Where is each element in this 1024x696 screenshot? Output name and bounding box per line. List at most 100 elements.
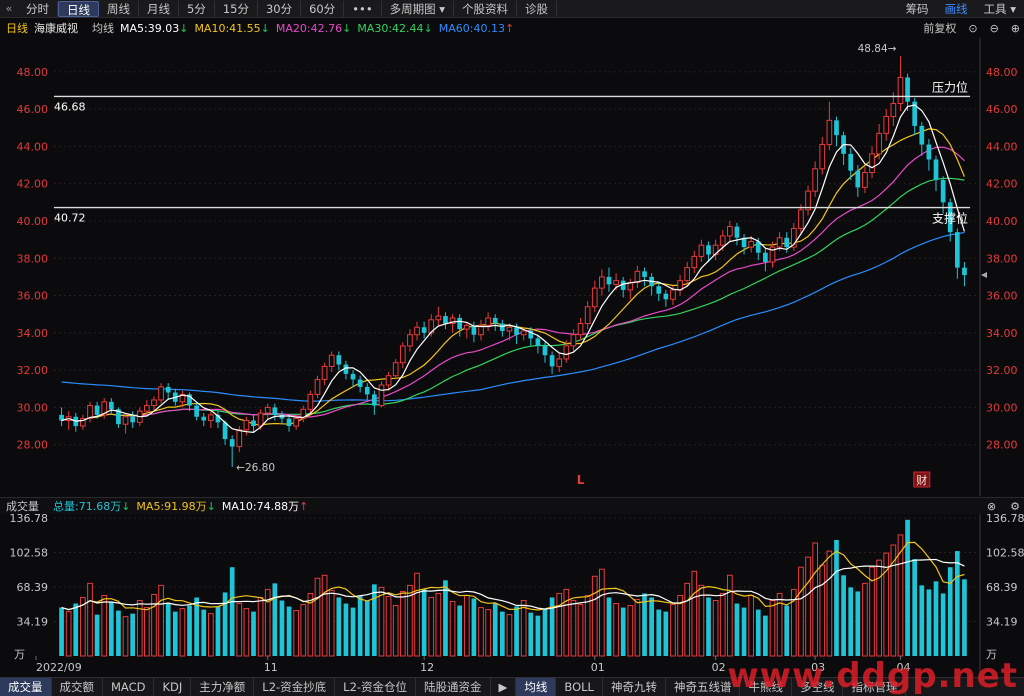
toolbar-right-item-1[interactable]: 画线 [937, 1, 976, 17]
indicator-tab-11[interactable]: 神奇九转 [603, 678, 666, 696]
candle-body [520, 330, 527, 336]
volume-bar [855, 591, 861, 656]
candle-body [385, 375, 392, 386]
indicator-tab-5[interactable]: L2-资金抄底 [254, 678, 336, 696]
candle-body [663, 293, 669, 300]
candle-body [236, 429, 243, 448]
candle-body [492, 317, 498, 324]
resistance-price: 46.68 [54, 100, 86, 113]
indicator-tab-6[interactable]: L2-资金仓位 [335, 678, 417, 696]
volume-bar [399, 590, 406, 657]
volume-bar [627, 605, 634, 657]
volume-bar [684, 582, 691, 657]
candle-body [194, 405, 199, 417]
volume-bar [243, 608, 250, 657]
volume-bar [634, 599, 641, 657]
ma20-line [61, 146, 965, 422]
volume-bar [201, 609, 207, 656]
candle-body [364, 386, 370, 395]
indicator-tab-4[interactable]: 主力净额 [191, 678, 255, 696]
volume-chart[interactable]: 136.78 136.78 102.58 102.58 68.39 68.39 34.19 3… [0, 514, 1024, 676]
candle-body [933, 159, 939, 180]
volume-bar [584, 594, 591, 657]
volume-bar [279, 600, 285, 656]
volume-bar [706, 597, 711, 656]
volume-title: 成交量 [6, 500, 39, 513]
indicator-tab-9[interactable]: 均线 [516, 678, 557, 696]
volume-bar [80, 596, 86, 657]
period-label: 日线 [6, 22, 28, 35]
indicator-tab-14[interactable]: 多空线 [792, 678, 844, 696]
volume-bar [314, 577, 321, 657]
gear-icon[interactable]: ⚙ [1010, 500, 1020, 513]
minus-icon[interactable]: ⊖ [990, 22, 999, 35]
period-tab-9[interactable]: 多周期图 ▾ [382, 0, 455, 17]
period-tab-2[interactable]: 周线 [99, 0, 139, 17]
y-tick-left: 36.00 [17, 290, 49, 303]
period-tab-6[interactable]: 30分 [258, 0, 302, 17]
stock-name[interactable]: 海康威视 [34, 20, 78, 36]
candlestick-chart[interactable]: 48.00 48.00 46.00 46.00 44.00 44.00 42.00 42.00… [0, 38, 1024, 497]
volume-bar [599, 568, 605, 657]
double-chevron-left-icon[interactable]: « [0, 2, 18, 15]
indicator-tab-15[interactable]: 指标管理 [843, 678, 907, 696]
vol-tick-right: 102.58 [986, 547, 1024, 560]
current-price-pointer [981, 272, 987, 279]
period-tab-7[interactable]: 60分 [301, 0, 345, 17]
volume-bar [826, 550, 833, 657]
indicator-tab-13[interactable]: 牛熊线 [740, 678, 792, 696]
period-tab-3[interactable]: 月线 [139, 0, 179, 17]
indicator-tab-2[interactable]: MACD [103, 678, 155, 696]
plus-icon[interactable]: ⊕ [1011, 22, 1020, 35]
volume-bar [719, 592, 726, 657]
volume-bar [563, 588, 570, 657]
candle-body [556, 358, 563, 367]
x-label: 03 [811, 661, 825, 674]
period-tab-5[interactable]: 15分 [215, 0, 258, 17]
indicator-tab-3[interactable]: KDJ [154, 678, 192, 696]
candle-body [328, 354, 335, 367]
candle-body [158, 386, 164, 401]
volume-bar [229, 567, 235, 656]
indicator-tab-12[interactable]: 神奇五线谱 [666, 678, 741, 696]
toolbar-right-item-2[interactable]: 工具 ▾ [976, 1, 1024, 17]
indicator-tab-7[interactable]: 陆股通资金 [416, 678, 491, 696]
chart-controls: 前复权 ⊙ ⊖ ⊕ [917, 19, 1020, 37]
period-tab-10[interactable]: 个股资料 [454, 0, 518, 17]
close-icon[interactable]: ⊗ [987, 500, 996, 513]
volume-bar [819, 564, 826, 657]
y-tick-right: 44.00 [986, 140, 1018, 153]
candle-body [151, 399, 157, 407]
event-marker-l: L [577, 473, 585, 487]
volume-bar [165, 603, 171, 656]
candle-body [535, 338, 541, 346]
candle-body [848, 153, 854, 171]
candle-body [834, 120, 839, 136]
indicator-tab-0[interactable]: 成交量 [0, 678, 52, 696]
candle-body [264, 406, 271, 414]
avg-line-label[interactable]: 均线 [92, 20, 114, 36]
x-label: 11 [264, 661, 278, 674]
volume-bar [933, 581, 939, 656]
vol-tick-left: 102.58 [10, 547, 49, 560]
candle-body [670, 289, 676, 300]
restore-icon[interactable]: ⊙ [968, 22, 977, 35]
y-tick-right: 28.00 [986, 439, 1018, 452]
volume-bar [414, 572, 420, 657]
indicator-tab-8[interactable]: ▶ [491, 678, 517, 696]
period-tab-4[interactable]: 5分 [179, 0, 215, 17]
period-tab-0[interactable]: 分时 [18, 0, 58, 17]
toolbar-right-item-0[interactable]: 筹码 [898, 1, 937, 17]
vol-unit-left: 万 [14, 648, 25, 661]
period-tab-8[interactable]: ••• [344, 0, 382, 17]
volume-bar [421, 589, 427, 656]
indicator-tab-10[interactable]: BOLL [556, 678, 603, 696]
candle-body [499, 323, 505, 331]
adjust-selector[interactable]: 前复权 [923, 20, 956, 36]
x-label: 04 [896, 661, 910, 674]
period-tab-1[interactable]: 日线 [58, 0, 99, 17]
candle-body [378, 384, 385, 407]
indicator-tab-1[interactable]: 成交额 [52, 678, 103, 696]
candle-body [229, 439, 235, 447]
period-tab-11[interactable]: 诊股 [517, 0, 558, 17]
